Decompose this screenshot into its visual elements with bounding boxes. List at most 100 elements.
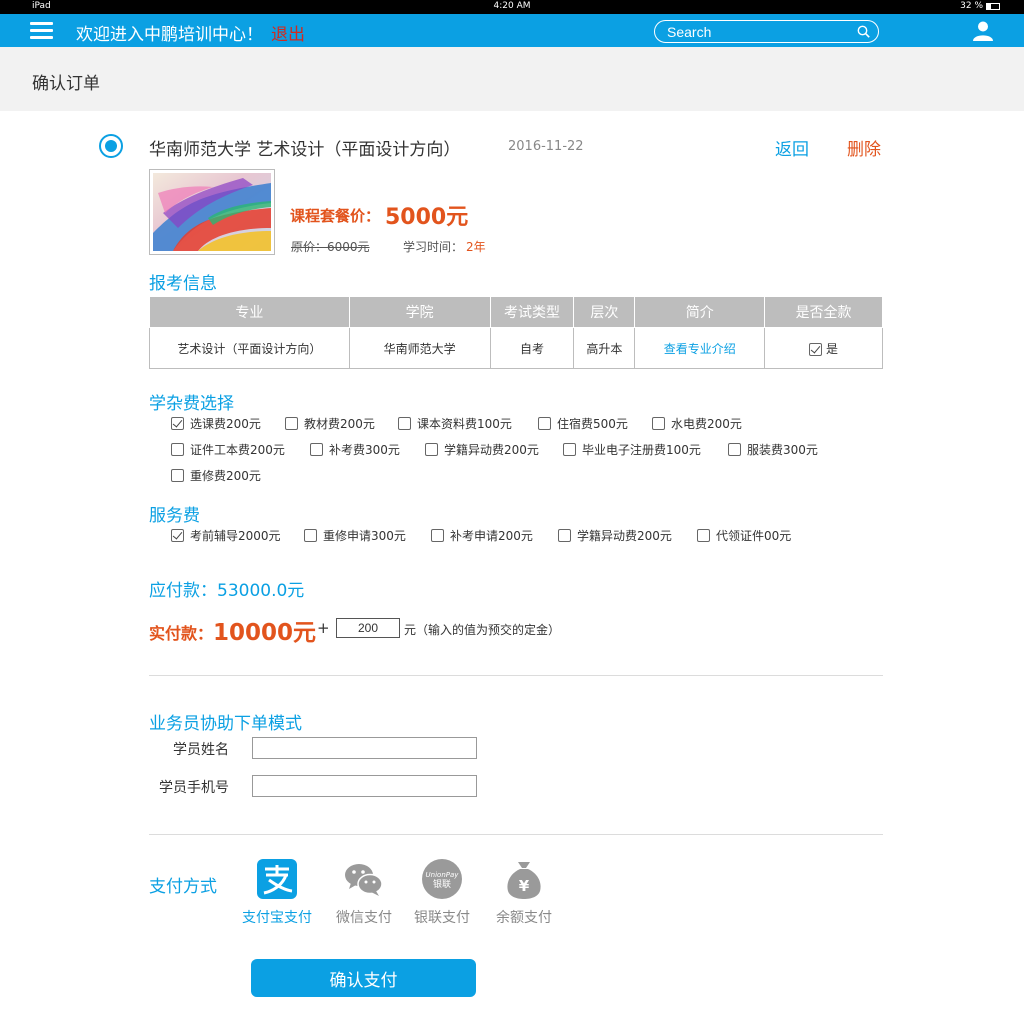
fee-checkbox[interactable] — [285, 417, 298, 430]
package-price: 5000元 — [385, 205, 469, 230]
user-icon[interactable] — [972, 20, 994, 42]
fee-option[interactable]: 服装费300元 — [728, 441, 818, 458]
fee-option[interactable]: 水电费200元 — [652, 415, 742, 432]
search-input[interactable] — [667, 23, 847, 40]
fee-option-label: 水电费200元 — [671, 417, 742, 431]
pay-option-alipay[interactable]: 支付宝支付 — [237, 858, 317, 927]
divider — [149, 675, 883, 676]
fee-checkbox[interactable] — [563, 443, 576, 456]
level-cell: 高升本 — [573, 327, 636, 369]
service-fees-title: 服务费 — [149, 506, 200, 526]
column-header: 考试类型 — [489, 296, 575, 328]
course-thumbnail — [149, 169, 275, 255]
yuan-symbol: ¥ — [519, 877, 530, 895]
payable-amount: 应付款：53000.0元 — [149, 581, 305, 601]
fee-checkbox[interactable] — [425, 443, 438, 456]
fee-checkbox[interactable] — [171, 529, 184, 542]
fee-checkbox[interactable] — [728, 443, 741, 456]
fee-option[interactable]: 补考费300元 — [310, 441, 400, 458]
fee-option-label: 学籍异动费200元 — [577, 529, 672, 543]
misc-fees-title: 学杂费选择 — [149, 394, 234, 414]
hamburger-menu-icon[interactable] — [30, 22, 53, 39]
pay-option-label: 余额支付 — [496, 910, 552, 926]
fee-option[interactable]: 代领证件00元 — [697, 527, 791, 544]
fee-checkbox[interactable] — [558, 529, 571, 542]
fee-option-label: 住宿费500元 — [557, 417, 628, 431]
logout-link[interactable]: 退出 — [271, 20, 305, 45]
fee-option[interactable]: 教材费200元 — [285, 415, 375, 432]
fee-checkbox[interactable] — [538, 417, 551, 430]
fee-option[interactable]: 课本资料费100元 — [398, 415, 512, 432]
page-title: 确认订单 — [32, 74, 100, 94]
table-header-row: 专业 学院 考试类型 层次 简介 是否全款 — [149, 296, 883, 328]
fee-option[interactable]: 学籍异动费200元 — [558, 527, 672, 544]
fee-option-label: 毕业电子注册费100元 — [582, 443, 701, 457]
alipay-icon — [257, 859, 297, 899]
study-time-label: 学习时间： — [403, 240, 464, 254]
fee-option-label: 证件工本费200元 — [190, 443, 285, 457]
student-name-input[interactable] — [252, 737, 477, 759]
deposit-note: 元（输入的值为预交的定金） — [404, 623, 561, 637]
battery-status: 32 % — [960, 1, 1000, 11]
fee-option[interactable]: 学籍异动费200元 — [425, 441, 539, 458]
full-payment-checkbox[interactable] — [809, 342, 823, 356]
fee-checkbox[interactable] — [398, 417, 411, 430]
confirm-payment-button[interactable]: 确认支付 — [251, 959, 476, 997]
column-header: 层次 — [573, 296, 636, 328]
clock: 4:20 AM — [493, 1, 531, 11]
fee-option[interactable]: 毕业电子注册费100元 — [563, 441, 701, 458]
column-header: 简介 — [634, 296, 766, 328]
fee-option-label: 重修申请300元 — [323, 529, 406, 543]
fee-checkbox[interactable] — [310, 443, 323, 456]
fee-option[interactable]: 证件工本费200元 — [171, 441, 285, 458]
fee-checkbox[interactable] — [171, 443, 184, 456]
study-time-value: 2年 — [466, 240, 486, 254]
college-cell: 华南师范大学 — [348, 327, 491, 369]
pay-option-label: 支付宝支付 — [242, 910, 312, 926]
course-select-radio[interactable] — [99, 134, 123, 158]
pay-option-wechat[interactable]: 微信支付 — [324, 858, 404, 927]
battery-icon — [986, 2, 1000, 10]
fee-option[interactable]: 重修费200元 — [171, 467, 261, 484]
exam-type-cell: 自考 — [489, 327, 575, 369]
fee-checkbox[interactable] — [171, 417, 184, 430]
fee-checkbox[interactable] — [697, 529, 710, 542]
course-date: 2016-11-22 — [508, 139, 584, 154]
fee-option[interactable]: 选课费200元 — [171, 415, 261, 432]
navbar: 欢迎进入中鹏培训中心！ 退出 — [0, 14, 1024, 47]
fee-option[interactable]: 住宿费500元 — [538, 415, 628, 432]
deposit-input[interactable] — [336, 618, 400, 638]
view-major-intro-link[interactable]: 查看专业介绍 — [634, 327, 766, 369]
wechat-icon — [345, 864, 383, 896]
fee-checkbox[interactable] — [304, 529, 317, 542]
student-phone-label: 学员手机号 — [159, 780, 229, 796]
back-button[interactable]: 返回 — [775, 135, 809, 160]
fee-option-label: 补考申请200元 — [450, 529, 533, 543]
search-icon[interactable] — [857, 25, 870, 38]
unionpay-icon: UnionPay 银联 — [422, 859, 462, 899]
package-price-label: 课程套餐价： — [290, 207, 381, 225]
pay-option-label: 微信支付 — [336, 910, 392, 926]
unionpay-cn-text: 银联 — [433, 878, 451, 890]
fee-checkbox[interactable] — [652, 417, 665, 430]
student-phone-input[interactable] — [252, 775, 477, 797]
exam-info-title: 报考信息 — [149, 274, 217, 294]
original-price: 原价：6000元 — [291, 240, 370, 254]
plus-sign: + — [317, 619, 330, 637]
fee-checkbox[interactable] — [431, 529, 444, 542]
fee-checkbox[interactable] — [171, 469, 184, 482]
table-row: 艺术设计（平面设计方向） 华南师范大学 自考 高升本 查看专业介绍 是 — [149, 327, 883, 369]
pay-method-title: 支付方式 — [149, 877, 217, 897]
fee-option[interactable]: 考前辅导2000元 — [171, 527, 281, 544]
fee-option-label: 代领证件00元 — [716, 529, 792, 543]
fee-option-label: 考前辅导2000元 — [190, 529, 281, 543]
actual-payment-label: 实付款： — [149, 624, 214, 643]
pay-option-balance[interactable]: ¥ 余额支付 — [484, 858, 564, 927]
fee-option-label: 课本资料费100元 — [417, 417, 512, 431]
fee-option[interactable]: 重修申请300元 — [304, 527, 406, 544]
fee-option[interactable]: 补考申请200元 — [431, 527, 533, 544]
delete-button[interactable]: 删除 — [847, 135, 881, 160]
column-header: 是否全款 — [764, 296, 883, 328]
pay-option-unionpay[interactable]: UnionPay 银联 银联支付 — [402, 858, 482, 927]
welcome-title: 欢迎进入中鹏培训中心！ — [76, 25, 263, 45]
